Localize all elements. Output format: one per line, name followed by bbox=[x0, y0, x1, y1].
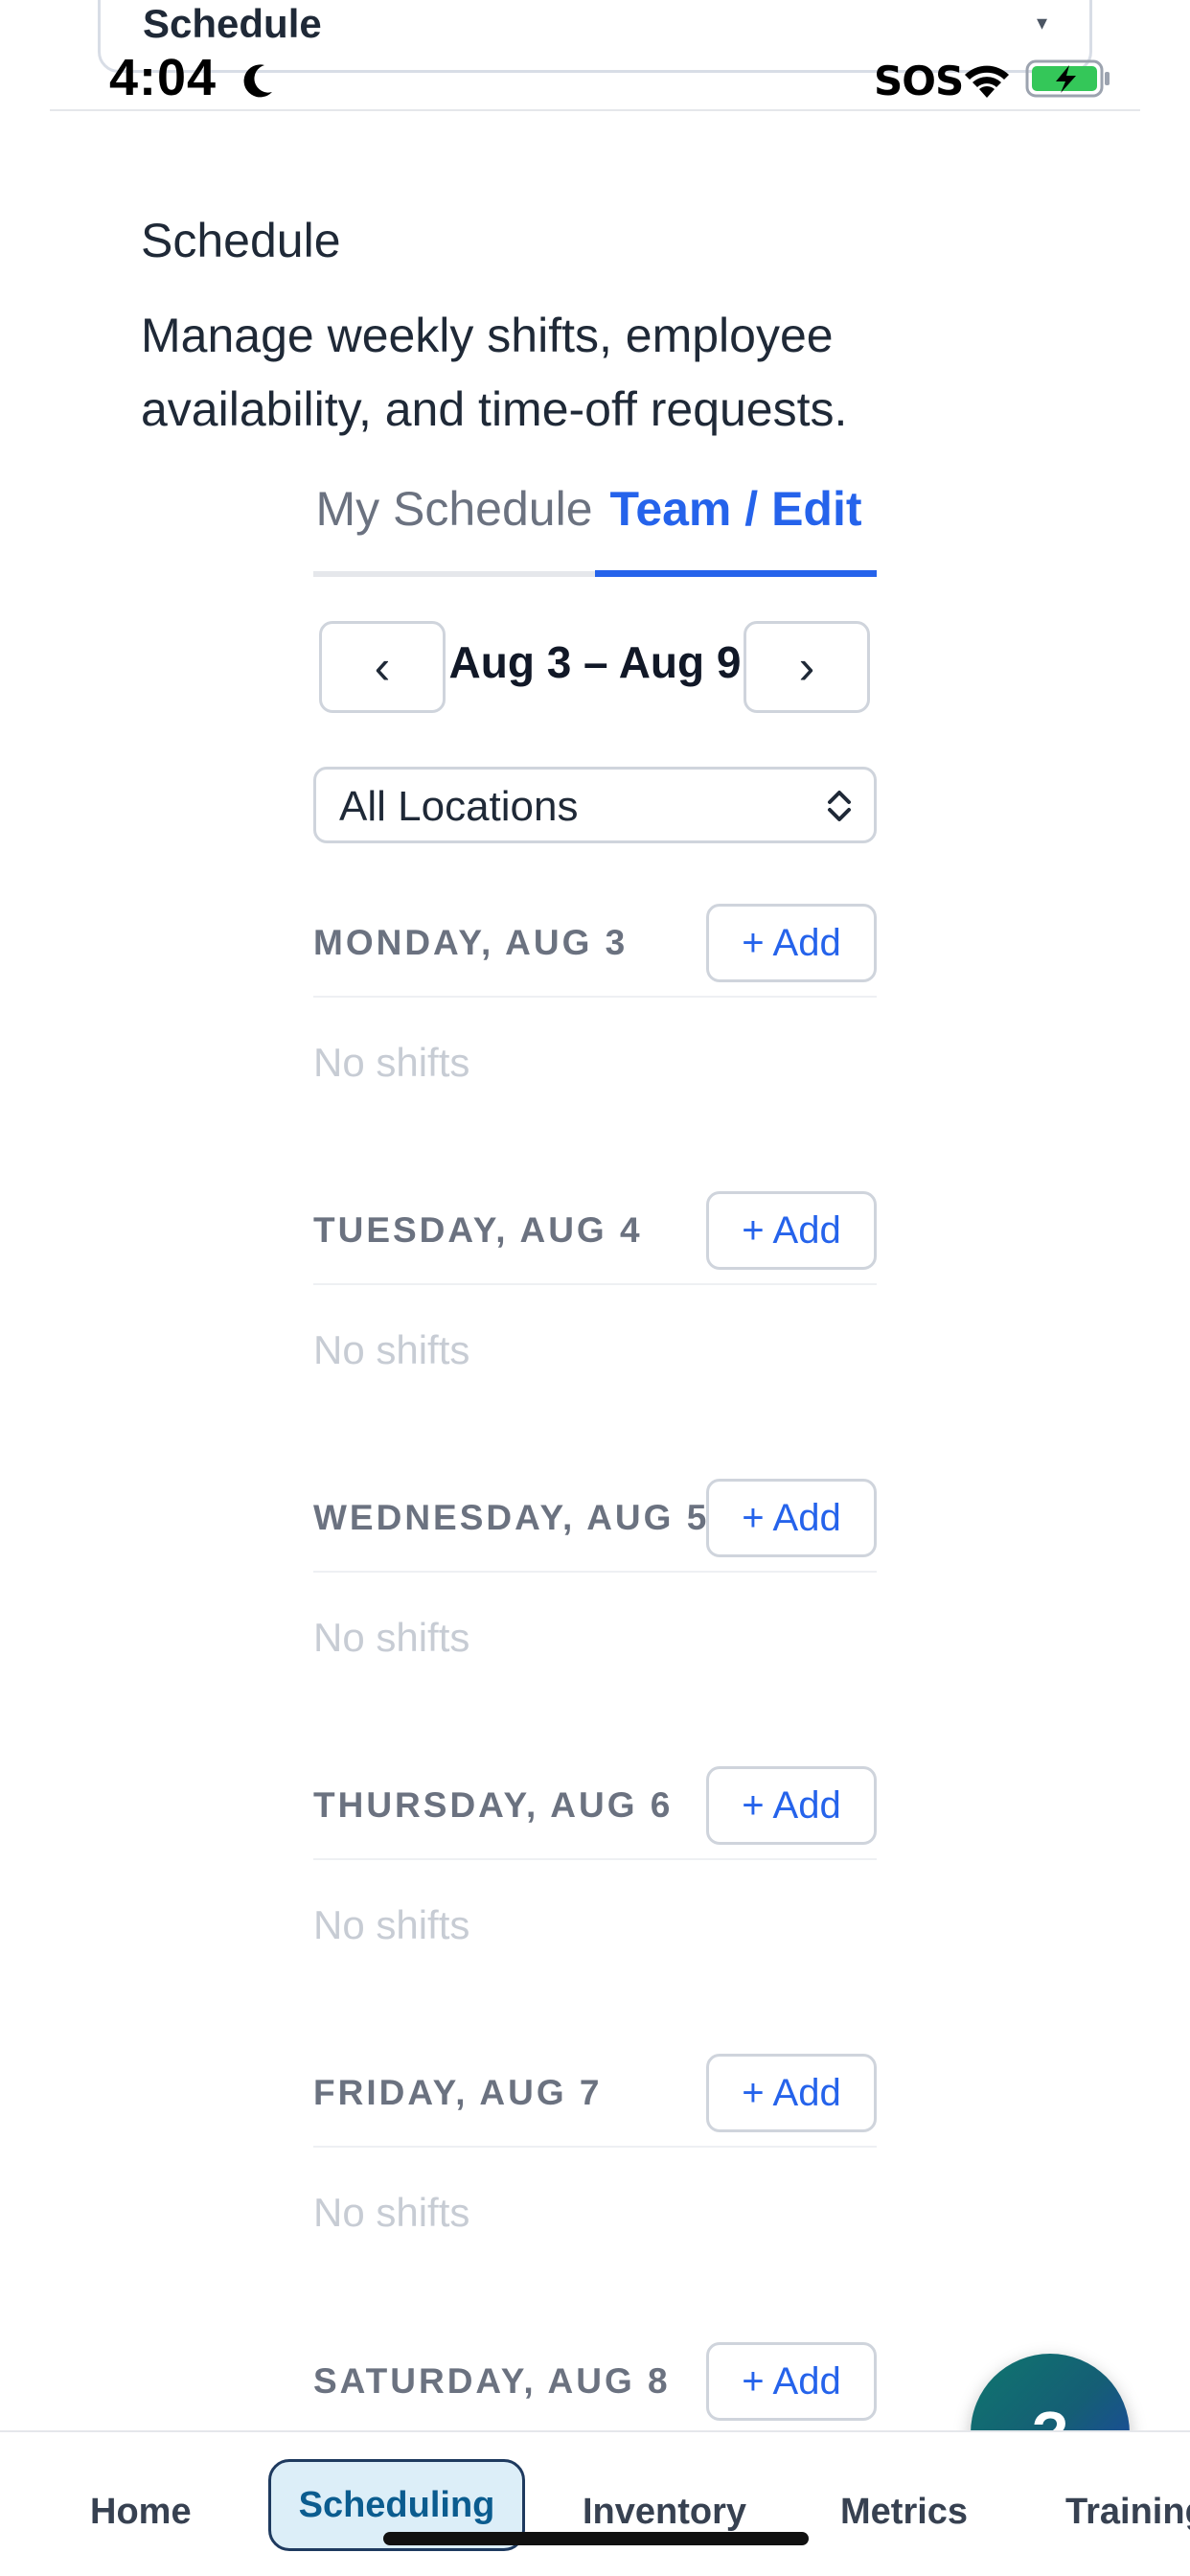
schedule-tabs: My Schedule Team / Edit bbox=[313, 470, 877, 577]
empty-shifts-text: No shifts bbox=[313, 2190, 470, 2235]
day-label: MONDAY, AUG 3 bbox=[313, 923, 629, 962]
empty-shifts-text: No shifts bbox=[313, 1902, 470, 1947]
add-shift-button[interactable]: + Add bbox=[706, 1191, 877, 1270]
day-divider bbox=[313, 1283, 877, 1285]
moon-icon bbox=[243, 64, 272, 98]
chevron-up-down-icon bbox=[828, 791, 851, 821]
chevron-left-icon: ‹ bbox=[374, 640, 391, 694]
add-shift-button[interactable]: + Add bbox=[706, 2054, 877, 2132]
status-bar: 4:04 SOS bbox=[0, 38, 1190, 119]
caret-down-icon: ▾ bbox=[1036, 11, 1047, 34]
day-label: FRIDAY, AUG 7 bbox=[313, 2073, 603, 2112]
day-section-tuesday: TUESDAY, AUG 4 + Add No shifts bbox=[313, 1191, 877, 1421]
day-divider bbox=[313, 1858, 877, 1860]
day-section-thursday: THURSDAY, AUG 6 + Add No shifts bbox=[313, 1766, 877, 1996]
day-divider bbox=[313, 996, 877, 998]
empty-shifts-text: No shifts bbox=[313, 1327, 470, 1372]
add-shift-button[interactable]: + Add bbox=[706, 1766, 877, 1845]
bottom-tab-bar: Home Scheduling Inventory Metrics Traini… bbox=[0, 2430, 1190, 2576]
tab-team-edit[interactable]: Team / Edit bbox=[595, 470, 877, 577]
wifi-icon bbox=[965, 65, 1009, 98]
battery-charging-icon bbox=[1025, 59, 1110, 98]
day-section-monday: MONDAY, AUG 3 + Add No shifts bbox=[313, 904, 877, 1134]
day-divider bbox=[313, 2146, 877, 2148]
tabbar-item-training[interactable]: Training bbox=[1065, 2492, 1190, 2533]
home-indicator bbox=[383, 2532, 809, 2545]
sos-indicator: SOS bbox=[874, 58, 964, 104]
add-shift-button[interactable]: + Add bbox=[706, 2342, 877, 2421]
page-title: Schedule bbox=[141, 214, 341, 267]
week-range-label: Aug 3 – Aug 9 bbox=[448, 637, 742, 687]
tabbar-item-home[interactable]: Home bbox=[90, 2492, 192, 2533]
empty-shifts-text: No shifts bbox=[313, 1040, 470, 1085]
add-shift-button[interactable]: + Add bbox=[706, 1479, 877, 1557]
add-shift-button[interactable]: + Add bbox=[706, 904, 877, 982]
previous-week-button[interactable]: ‹ bbox=[319, 621, 446, 713]
day-label: TUESDAY, AUG 4 bbox=[313, 1210, 643, 1250]
day-label: THURSDAY, AUG 6 bbox=[313, 1785, 674, 1825]
day-label: WEDNESDAY, AUG 5 bbox=[313, 1498, 710, 1537]
tab-my-schedule[interactable]: My Schedule bbox=[313, 470, 595, 577]
chevron-right-icon: › bbox=[798, 640, 815, 694]
tabbar-item-inventory[interactable]: Inventory bbox=[583, 2492, 746, 2533]
page-description: Manage weekly shifts, employee availabil… bbox=[141, 309, 848, 436]
next-week-button[interactable]: › bbox=[744, 621, 870, 713]
header-divider bbox=[50, 109, 1140, 111]
day-section-wednesday: WEDNESDAY, AUG 5 + Add No shifts bbox=[313, 1479, 877, 1709]
day-section-friday: FRIDAY, AUG 7 + Add No shifts bbox=[313, 2054, 877, 2284]
day-label: SATURDAY, AUG 8 bbox=[313, 2361, 671, 2401]
status-time: 4:04 bbox=[109, 49, 217, 106]
tabbar-item-metrics[interactable]: Metrics bbox=[840, 2492, 968, 2533]
location-select-value: All Locations bbox=[339, 783, 579, 830]
location-select[interactable]: All Locations bbox=[313, 767, 877, 843]
day-divider bbox=[313, 1571, 877, 1573]
empty-shifts-text: No shifts bbox=[313, 1615, 470, 1660]
